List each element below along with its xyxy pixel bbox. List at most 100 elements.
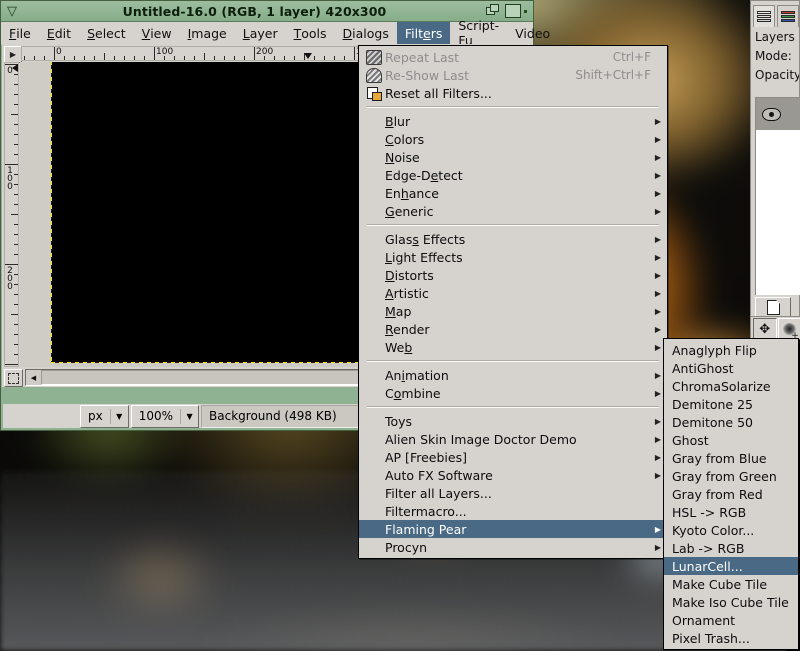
filters-menu-item-map[interactable]: Map▶	[359, 302, 667, 320]
move-tool-button[interactable]: ✥	[753, 318, 777, 340]
ruler-tick	[314, 56, 315, 60]
filters-menu-item-edge-detect[interactable]: Edge-Detect▶	[359, 166, 667, 184]
zoom-value: 100%	[132, 406, 180, 427]
menubar-item-image[interactable]: Image	[180, 22, 235, 44]
menubar-item-video[interactable]: Video	[507, 22, 558, 44]
submenu-arrow-icon: ▶	[651, 435, 661, 444]
chevron-down-icon[interactable]: ▼	[111, 406, 128, 427]
filters-menu-item-auto-fx-software[interactable]: Auto FX Software▶	[359, 466, 667, 484]
filters-menu-item-animation[interactable]: Animation▶	[359, 366, 667, 384]
filters-menu-item-noise[interactable]: Noise▶	[359, 148, 667, 166]
filters-menu-item-flaming-pear[interactable]: Flaming Pear▶	[359, 520, 667, 538]
flaming-pear-item-ornament[interactable]: Ornament	[664, 611, 798, 629]
tab-layers[interactable]	[753, 5, 775, 27]
ruler-tick	[274, 56, 275, 60]
filters-menu-item-reset-all-filters[interactable]: Reset all Filters...	[359, 84, 667, 102]
flaming-pear-item-make-iso-cube-tile[interactable]: Make Iso Cube Tile	[664, 593, 798, 611]
window-menu-triangle-icon[interactable]: ▽	[1, 5, 23, 18]
filters-menu-item-blur[interactable]: Blur▶	[359, 112, 667, 130]
blur-drop-icon	[783, 323, 796, 336]
flaming-pear-item-pixel-trash[interactable]: Pixel Trash...	[664, 629, 798, 647]
scroll-left-arrow-icon[interactable]: ◀	[26, 370, 41, 385]
filters-menu-item-generic[interactable]: Generic▶	[359, 202, 667, 220]
menubar-item-view[interactable]: View	[134, 22, 180, 44]
menubar-item-file[interactable]: File	[1, 22, 39, 44]
filters-menu-item-alien-skin-image-doctor-demo[interactable]: Alien Skin Image Doctor Demo▶	[359, 430, 667, 448]
menu-item-label: Filtermacro...	[385, 504, 651, 519]
window-title: Untitled-16.0 (RGB, 1 layer) 420x300	[23, 4, 486, 19]
dock-label-opacity: Opacity	[751, 65, 799, 84]
flaming-pear-item-ghost[interactable]: Ghost	[664, 431, 798, 449]
flaming-pear-item-kyoto-color[interactable]: Kyoto Color...	[664, 521, 798, 539]
ruler-tick	[14, 154, 18, 155]
ruler-tick	[14, 84, 18, 85]
filters-menu-item-web[interactable]: Web▶	[359, 338, 667, 356]
filters-menu-item-repeat-last[interactable]: Repeat LastCtrl+F	[359, 48, 667, 66]
flaming-pear-item-anaglyph-flip[interactable]: Anaglyph Flip	[664, 341, 798, 359]
eye-visibility-icon[interactable]	[762, 108, 781, 121]
ruler-tick	[144, 56, 145, 60]
new-layer-button[interactable]	[755, 297, 791, 318]
ruler-tick	[214, 56, 215, 60]
filters-menu-item-ap-freebies[interactable]: AP [Freebies]▶	[359, 448, 667, 466]
submenu-arrow-icon: ▶	[651, 307, 661, 316]
ruler-origin-button[interactable]: ▶	[4, 46, 22, 63]
flaming-pear-item-demitone-25[interactable]: Demitone 25	[664, 395, 798, 413]
filters-menu-item-light-effects[interactable]: Light Effects▶	[359, 248, 667, 266]
quickmask-toggle-button[interactable]	[4, 369, 23, 387]
tab-channels[interactable]	[777, 5, 799, 27]
ruler-tick	[14, 204, 18, 205]
flaming-pear-item-make-cube-tile[interactable]: Make Cube Tile	[664, 575, 798, 593]
ruler-tick	[5, 364, 18, 365]
menu-item-label: Make Iso Cube Tile	[672, 595, 792, 610]
menu-item-label: Distorts	[385, 268, 651, 283]
filters-menu-item-colors[interactable]: Colors▶	[359, 130, 667, 148]
submenu-arrow-icon: ▶	[651, 207, 661, 216]
menu-item-label: Glass Effects	[385, 232, 651, 247]
filters-menu-item-filter-all-layers[interactable]: Filter all Layers...	[359, 484, 667, 502]
filters-menu-item-re-show-last[interactable]: Re-Show LastShift+Ctrl+F	[359, 66, 667, 84]
menubar-item-layer[interactable]: Layer	[235, 22, 286, 44]
filters-menu-item-combine[interactable]: Combine▶	[359, 384, 667, 402]
filters-menu-item-toys[interactable]: Toys▶	[359, 412, 667, 430]
menubar-item-edit[interactable]: Edit	[39, 22, 79, 44]
flaming-pear-item-gray-from-green[interactable]: Gray from Green	[664, 467, 798, 485]
vertical-ruler[interactable]: 0100200300	[4, 62, 19, 367]
layer-row[interactable]	[756, 98, 800, 130]
filters-menu-item-glass-effects[interactable]: Glass Effects▶	[359, 230, 667, 248]
window-titlebar: ▽ Untitled-16.0 (RGB, 1 layer) 420x300	[1, 1, 533, 22]
blur-tool-button[interactable]	[778, 318, 800, 340]
ruler-tick	[294, 56, 295, 60]
repeat-filter-icon	[363, 50, 385, 65]
filters-menu-item-distorts[interactable]: Distorts▶	[359, 266, 667, 284]
flaming-pear-item-antighost[interactable]: AntiGhost	[664, 359, 798, 377]
filters-menu-item-render[interactable]: Render▶	[359, 320, 667, 338]
menubar-item-select[interactable]: Select	[79, 22, 134, 44]
restore-window-icon[interactable]	[486, 4, 502, 18]
unit-combobox[interactable]: px ▼	[80, 405, 129, 428]
zoom-combobox[interactable]: 100% ▼	[131, 405, 199, 428]
layer-list[interactable]	[755, 97, 800, 295]
flaming-pear-item-gray-from-blue[interactable]: Gray from Blue	[664, 449, 798, 467]
flaming-pear-item-hsl-rgb[interactable]: HSL -> RGB	[664, 503, 798, 521]
filters-menu-item-artistic[interactable]: Artistic▶	[359, 284, 667, 302]
flaming-pear-submenu[interactable]: Anaglyph FlipAntiGhostChromaSolarizeDemi…	[663, 338, 799, 650]
flaming-pear-item-lunarcell[interactable]: LunarCell...	[664, 557, 798, 575]
ruler-label: 300	[5, 366, 14, 367]
filters-menu-item-procyn[interactable]: Procyn▶	[359, 538, 667, 556]
menubar-item-dialogs[interactable]: Dialogs	[335, 22, 397, 44]
chevron-down-icon[interactable]: ▼	[181, 406, 198, 427]
flaming-pear-item-chromasolarize[interactable]: ChromaSolarize	[664, 377, 798, 395]
menubar-item-script-fu[interactable]: Script-Fu	[450, 22, 507, 44]
flaming-pear-item-lab-rgb[interactable]: Lab -> RGB	[664, 539, 798, 557]
maximize-window-icon[interactable]	[505, 4, 521, 18]
filters-menu-item-enhance[interactable]: Enhance▶	[359, 184, 667, 202]
flaming-pear-item-gray-from-red[interactable]: Gray from Red	[664, 485, 798, 503]
filters-menu-item-filtermacro[interactable]: Filtermacro...	[359, 502, 667, 520]
menubar-item-filters[interactable]: Filters	[397, 22, 451, 44]
window-control-dot-icon[interactable]	[524, 10, 527, 13]
dock-label-mode: Mode:	[751, 46, 799, 65]
filters-menu[interactable]: Repeat LastCtrl+FRe-Show LastShift+Ctrl+…	[358, 45, 668, 559]
menubar-item-tools[interactable]: Tools	[286, 22, 335, 44]
flaming-pear-item-demitone-50[interactable]: Demitone 50	[664, 413, 798, 431]
